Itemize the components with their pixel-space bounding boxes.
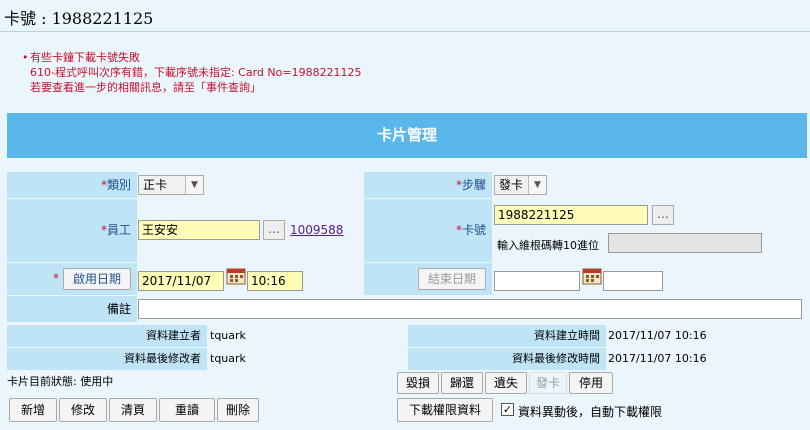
delete-button[interactable]: 刪除 — [217, 398, 259, 422]
disable-button[interactable]: 停用 — [569, 372, 613, 394]
chevron-down-icon: ▼ — [185, 176, 203, 194]
step-value-cell: 發卡 ▼ — [492, 172, 807, 198]
download-permissions-button[interactable]: 下載權限資料 — [397, 398, 493, 422]
return-button[interactable]: 歸還 — [441, 372, 483, 394]
employee-value-cell: 王安安 ... 1009588 — [137, 199, 363, 262]
clear-button[interactable]: 清頁 — [109, 398, 157, 422]
error-line-1: 有些卡鐘下載卡號失敗 — [30, 51, 140, 64]
end-date-value-cell — [492, 263, 807, 295]
end-time-input[interactable] — [603, 271, 663, 291]
new-button[interactable]: 新增 — [9, 398, 57, 422]
type-select[interactable]: 正卡 ▼ — [138, 175, 204, 195]
error-bullet: • — [22, 51, 29, 64]
card-no-label: 卡號 — [461, 223, 486, 237]
wiegand-convert-label: 輸入維根碼轉10進位 — [497, 239, 599, 252]
end-date-input[interactable] — [494, 271, 580, 291]
calendar-icon[interactable] — [226, 267, 246, 285]
end-date-label-cell: 結束日期 — [364, 263, 492, 295]
start-date-label-cell: * 啟用日期 — [7, 263, 137, 295]
remark-value-cell — [137, 296, 807, 322]
modified-time-value: 2017/11/07 10:16 — [608, 352, 707, 365]
employee-browse-button[interactable]: ... — [263, 220, 285, 240]
card-no-input[interactable]: 1988221125 — [494, 205, 648, 225]
type-label: 類別 — [106, 178, 131, 192]
type-select-value: 正卡 — [143, 178, 168, 192]
modified-by-value: tquark — [210, 352, 246, 365]
auto-download-label: 資料異動後，自動下載權限 — [518, 405, 663, 419]
employee-label: 員工 — [106, 223, 131, 237]
type-label-cell: *類別 — [7, 172, 137, 198]
created-time-label: 資料建立時間 — [408, 325, 606, 347]
employee-input[interactable]: 王安安 — [138, 220, 260, 240]
step-label-cell: *步驟 — [364, 172, 492, 198]
page-title-banner: 卡片管理 — [7, 113, 807, 158]
card-no-value-cell: 1988221125 ... 輸入維根碼轉10進位 — [492, 199, 807, 262]
modified-time-label: 資料最後修改時間 — [408, 348, 606, 370]
card-status-text: 卡片目前狀態: 使用中 — [7, 375, 114, 388]
remark-label: 備註 — [106, 302, 131, 316]
wiegand-convert-input[interactable] — [608, 233, 762, 253]
modified-by-label: 資料最後修改者 — [7, 348, 207, 370]
type-value-cell: 正卡 ▼ — [137, 172, 363, 198]
start-date-input[interactable]: 2017/11/07 — [138, 271, 224, 291]
created-by-value: tquark — [210, 329, 246, 342]
step-select[interactable]: 發卡 ▼ — [494, 175, 547, 195]
card-number-title: 卡號 : 1988221125 — [4, 9, 154, 28]
edit-button[interactable]: 修改 — [59, 398, 107, 422]
employee-label-cell: *員工 — [7, 199, 137, 262]
start-date-value-cell: 2017/11/07 10:16 — [137, 263, 363, 295]
damage-button[interactable]: 毀損 — [397, 372, 439, 394]
lost-button[interactable]: 遺失 — [485, 372, 527, 394]
remark-input[interactable] — [138, 299, 802, 319]
created-by-label: 資料建立者 — [7, 325, 207, 347]
calendar-icon[interactable] — [582, 267, 602, 285]
end-date-button[interactable]: 結束日期 — [418, 268, 486, 290]
start-required-mark: * — [53, 271, 59, 285]
start-time-input[interactable]: 10:16 — [247, 271, 303, 291]
header-bar: 卡號 : 1988221125 — [0, 0, 810, 32]
created-time-value: 2017/11/07 10:16 — [608, 329, 707, 342]
error-line-3: 若要查看進一步的相關訊息，請至「事件查詢」 — [30, 81, 261, 94]
error-line-2: 610-程式呼叫次序有錯，下載序號未指定: Card No=1988221125 — [30, 66, 362, 79]
card-no-browse-button[interactable]: ... — [652, 205, 674, 225]
card-no-label-cell: *卡號 — [364, 199, 492, 262]
start-date-button[interactable]: 啟用日期 — [63, 268, 131, 290]
step-select-value: 發卡 — [499, 178, 524, 192]
error-messages: • 有些卡鐘下載卡號失敗 610-程式呼叫次序有錯，下載序號未指定: Card … — [22, 50, 362, 95]
reload-button[interactable]: 重讀 — [159, 398, 215, 422]
remark-label-cell: 備註 — [7, 296, 137, 322]
issue-card-button[interactable]: 發卡 — [529, 372, 567, 394]
chevron-down-icon: ▼ — [528, 176, 546, 194]
employee-id-link[interactable]: 1009588 — [290, 223, 343, 237]
auto-download-checkbox[interactable]: ✓ — [501, 403, 514, 416]
step-label: 步驟 — [461, 178, 486, 192]
